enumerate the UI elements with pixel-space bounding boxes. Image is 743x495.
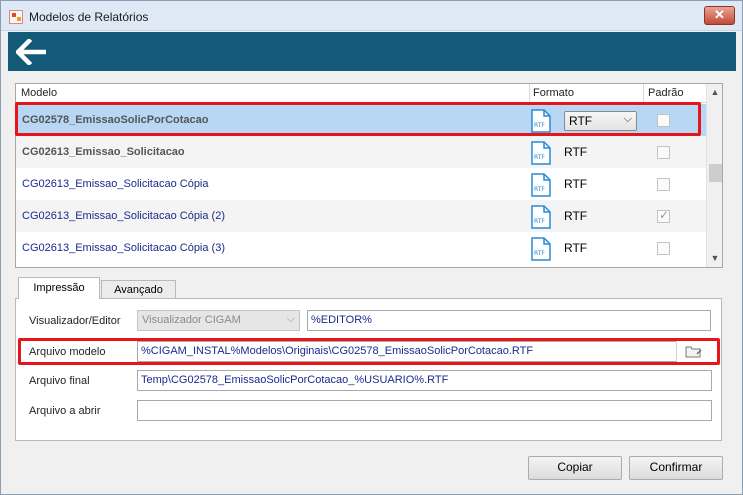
final-file-field[interactable]: Temp\CG02578_EmissaoSolicPorCotacao_%USU… <box>137 370 712 391</box>
tab-impressao[interactable]: Impressão <box>18 277 100 299</box>
rtf-file-icon: RTF <box>531 237 551 261</box>
final-file-label: Arquivo final <box>29 375 90 387</box>
report-models-window: Modelos de Relatórios ✕ Modelo Formato P… <box>0 0 743 495</box>
svg-text:RTF: RTF <box>534 218 545 225</box>
viewer-label: Visualizador/Editor <box>29 315 121 327</box>
row-model-name: CG02578_EmissaoSolicPorCotacao <box>22 114 209 126</box>
browse-file-button[interactable] <box>676 341 708 362</box>
app-icon <box>9 10 23 24</box>
grid-header: Modelo Formato Padrão <box>16 84 706 103</box>
scroll-thumb[interactable] <box>709 164 722 182</box>
header-bar <box>8 32 736 71</box>
open-file-label: Arquivo a abrir <box>29 405 101 417</box>
title-bar: Modelos de Relatórios ✕ <box>1 1 742 31</box>
close-button[interactable]: ✕ <box>704 6 735 25</box>
row-model-name: CG02613_Emissao_Solicitacao Cópia (3) <box>22 242 225 254</box>
svg-text:RTF: RTF <box>534 250 545 257</box>
row-format: RTF <box>564 177 588 191</box>
viewer-combo-value: Visualizador CIGAM <box>142 314 241 326</box>
window-title: Modelos de Relatórios <box>29 10 149 24</box>
scroll-down-icon[interactable]: ▼ <box>707 250 722 267</box>
default-checkbox[interactable] <box>657 178 670 191</box>
row-model-name: CG02613_Emissao_Solicitacao <box>22 146 185 158</box>
viewer-combo: Visualizador CIGAM ⌵ <box>137 310 300 331</box>
column-header-model[interactable]: Modelo <box>21 87 57 99</box>
models-grid: Modelo Formato Padrão CG02578_EmissaoSol… <box>15 83 723 268</box>
svg-text:RTF: RTF <box>534 122 545 129</box>
row-format: RTF <box>564 209 588 223</box>
column-header-format[interactable]: Formato <box>533 87 574 99</box>
table-row[interactable]: CG02613_Emissao_Solicitacao Cópia (3) RT… <box>16 232 706 264</box>
format-select-value: RTF <box>569 114 593 128</box>
default-checkbox[interactable] <box>657 146 670 159</box>
rtf-file-icon: RTF <box>531 141 551 165</box>
table-row[interactable]: CG02578_EmissaoSolicPorCotacao RTF RTF ⌵ <box>16 104 706 136</box>
confirm-button[interactable]: Confirmar <box>629 456 723 480</box>
table-row[interactable]: CG02613_Emissao_Solicitacao RTF RTF <box>16 136 706 168</box>
default-checkbox[interactable] <box>657 114 670 127</box>
table-row[interactable]: CG02613_Emissao_Solicitacao Cópia RTF RT… <box>16 168 706 200</box>
column-header-default[interactable]: Padrão <box>648 87 683 99</box>
open-file-field[interactable] <box>137 400 712 421</box>
rtf-file-icon: RTF <box>531 109 551 133</box>
row-format: RTF <box>564 145 588 159</box>
default-checkbox[interactable] <box>657 242 670 255</box>
table-row[interactable]: CG02613_Emissao_Solicitacao Cópia (2) RT… <box>16 200 706 232</box>
chevron-down-icon: ⌵ <box>286 313 295 325</box>
chevron-down-icon: ⌵ <box>623 113 632 125</box>
row-model-name: CG02613_Emissao_Solicitacao Cópia (2) <box>22 210 225 222</box>
arrow-left-icon[interactable] <box>16 39 46 65</box>
svg-text:RTF: RTF <box>534 186 545 193</box>
format-select[interactable]: RTF ⌵ <box>564 111 637 131</box>
model-file-label: Arquivo modelo <box>29 346 106 358</box>
rtf-file-icon: RTF <box>531 205 551 229</box>
svg-text:RTF: RTF <box>534 154 545 161</box>
default-checkbox-checked[interactable] <box>657 208 670 223</box>
row-format: RTF <box>564 241 588 255</box>
folder-open-icon <box>685 346 702 358</box>
scroll-up-icon[interactable]: ▲ <box>707 84 722 101</box>
tab-avancado[interactable]: Avançado <box>101 280 176 299</box>
copy-button[interactable]: Copiar <box>528 456 622 480</box>
grid-scrollbar[interactable]: ▲ ▼ <box>706 84 722 267</box>
editor-field[interactable]: %EDITOR% <box>307 310 711 331</box>
row-model-name: CG02613_Emissao_Solicitacao Cópia <box>22 178 209 190</box>
model-file-field[interactable]: %CIGAM_INSTAL%Modelos\Originais\CG02578_… <box>137 341 677 362</box>
rtf-file-icon: RTF <box>531 173 551 197</box>
